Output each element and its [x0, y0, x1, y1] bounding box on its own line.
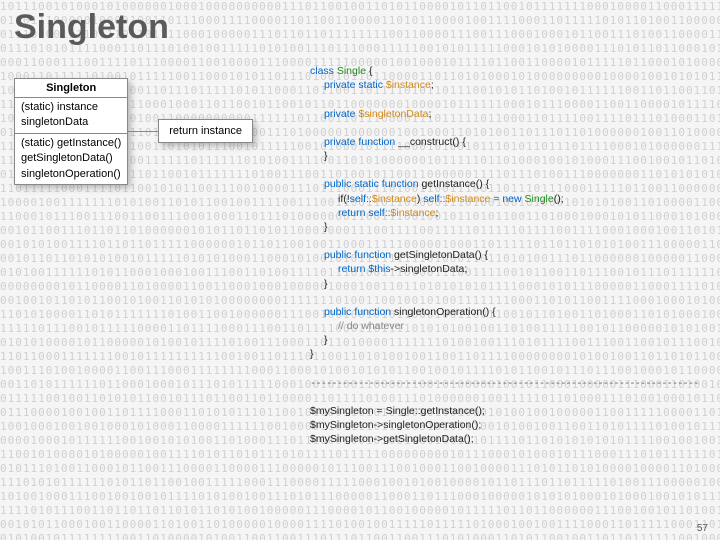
- usage-line: $mySingleton->getSingletonData();: [310, 432, 700, 446]
- uml-connector: [128, 131, 158, 132]
- uml-note: return instance: [158, 119, 253, 143]
- code-block: class Single { private static $instance;…: [310, 64, 700, 447]
- uml-diagram: Singleton (static) instance singletonDat…: [14, 78, 253, 185]
- uml-attr: singletonData: [21, 115, 121, 130]
- uml-operations: (static) getInstance() getSingletonData(…: [15, 134, 127, 184]
- page-title: Singleton: [14, 8, 169, 47]
- uml-op: getSingletonData(): [21, 151, 121, 166]
- uml-class-box: Singleton (static) instance singletonDat…: [14, 78, 128, 185]
- usage-line: $mySingleton = Single::getInstance();: [310, 404, 700, 418]
- uml-class-name: Singleton: [15, 79, 127, 98]
- page-number: 57: [697, 523, 708, 534]
- uml-op: singletonOperation(): [21, 167, 121, 182]
- uml-attributes: (static) instance singletonData: [15, 98, 127, 134]
- uml-op: (static) getInstance(): [21, 136, 121, 151]
- usage-line: $mySingleton->singletonOperation();: [310, 418, 700, 432]
- code-divider: ----------------------------------------…: [310, 376, 700, 390]
- uml-attr: (static) instance: [21, 100, 121, 115]
